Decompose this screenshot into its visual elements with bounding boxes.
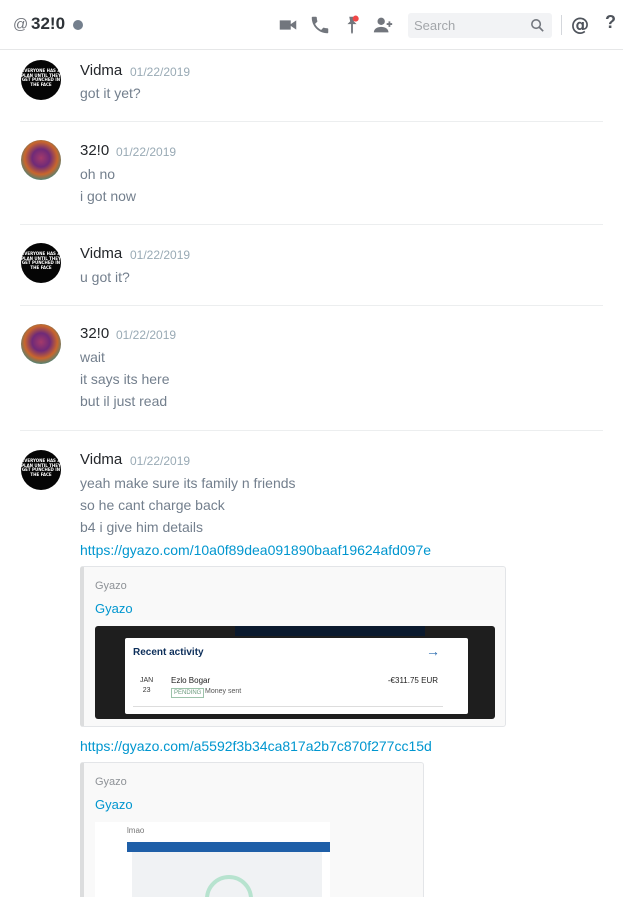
activity-date: JAN 23	[140, 677, 154, 694]
pinned-messages-icon[interactable]	[341, 14, 363, 36]
activity-card: Recent activity → JAN 23 Ezlo Bogar PEND…	[125, 638, 468, 714]
username[interactable]: Vidma	[80, 62, 122, 79]
avatar[interactable]	[21, 324, 61, 364]
avatar[interactable]	[21, 140, 61, 180]
timestamp: 01/22/2019	[116, 328, 177, 342]
avatar[interactable]: EVERYONE HAS A PLAN UNTIL THEY GET PUNCH…	[21, 243, 61, 283]
avatar[interactable]: EVERYONE HAS A PLAN UNTIL THEY GET PUNCH…	[21, 60, 61, 100]
phone-call-icon[interactable]	[309, 14, 331, 36]
message-divider	[20, 224, 603, 225]
activity-heading: Recent activity	[133, 647, 204, 658]
message-link[interactable]: https://gyazo.com/10a0f89dea091890baaf19…	[80, 542, 431, 558]
embed-provider[interactable]: Gyazo	[95, 776, 127, 788]
message-link[interactable]: https://gyazo.com/a5592f3b34ca817a2b7c87…	[80, 738, 432, 754]
search-box[interactable]	[408, 13, 552, 38]
search-input[interactable]	[408, 13, 528, 38]
activity-description: Money sent	[205, 688, 242, 695]
message-divider	[20, 305, 603, 306]
timestamp: 01/22/2019	[130, 65, 191, 79]
svg-text:@: @	[571, 14, 589, 35]
arrow-right-icon: →	[426, 643, 440, 659]
embed-title[interactable]: Gyazo	[95, 601, 133, 616]
header-divider	[561, 15, 562, 35]
message-divider	[20, 121, 603, 122]
image-caption: lmao	[127, 826, 145, 835]
help-icon[interactable]: ?	[605, 12, 616, 33]
embed-provider[interactable]: Gyazo	[95, 580, 127, 592]
avatar[interactable]: EVERYONE HAS A PLAN UNTIL THEY GET PUNCH…	[21, 450, 61, 490]
message-text: so he cant charge back	[80, 497, 225, 513]
add-friend-icon[interactable]	[372, 14, 394, 36]
message-text: but il just read	[80, 393, 168, 409]
timestamp: 01/22/2019	[130, 454, 191, 468]
embed-title[interactable]: Gyazo	[95, 797, 133, 812]
timestamp: 01/22/2019	[116, 145, 177, 159]
message-text: wait	[80, 349, 105, 365]
at-icon: @	[13, 16, 29, 33]
message-text: oh no	[80, 166, 116, 182]
message-text: u got it?	[80, 269, 130, 285]
message-text: it says its here	[80, 371, 170, 387]
pending-badge: PENDING	[171, 688, 205, 698]
message-text: yeah make sure its family n friends	[80, 475, 296, 491]
username[interactable]: Vidma	[80, 245, 122, 262]
channel-name: 32!0	[31, 14, 66, 33]
status-indicator	[73, 20, 83, 30]
timestamp: 01/22/2019	[130, 248, 191, 262]
username[interactable]: 32!0	[80, 325, 109, 342]
search-icon[interactable]	[529, 17, 546, 34]
embed-thumbnail[interactable]: Recent activity → JAN 23 Ezlo Bogar PEND…	[95, 626, 495, 719]
username[interactable]: Vidma	[80, 451, 122, 468]
channel-header: @ 32!0 @ ?	[0, 0, 623, 50]
embed-thumbnail[interactable]: lmao	[95, 822, 330, 897]
username[interactable]: 32!0	[80, 142, 109, 159]
message-text: b4 i give him details	[80, 519, 203, 535]
link-embed: Gyazo Gyazo Recent activity → JAN 23 Ezl…	[80, 566, 506, 727]
activity-amount: -€311.75 EUR	[387, 676, 438, 685]
message-divider	[20, 430, 603, 431]
message-text: got it yet?	[80, 85, 141, 101]
message-text: i got now	[80, 188, 137, 204]
mention-icon[interactable]: @	[570, 13, 592, 35]
link-embed: Gyazo Gyazo lmao	[80, 762, 424, 897]
video-call-icon[interactable]	[277, 14, 299, 36]
activity-name: Ezlo Bogar	[171, 676, 211, 685]
